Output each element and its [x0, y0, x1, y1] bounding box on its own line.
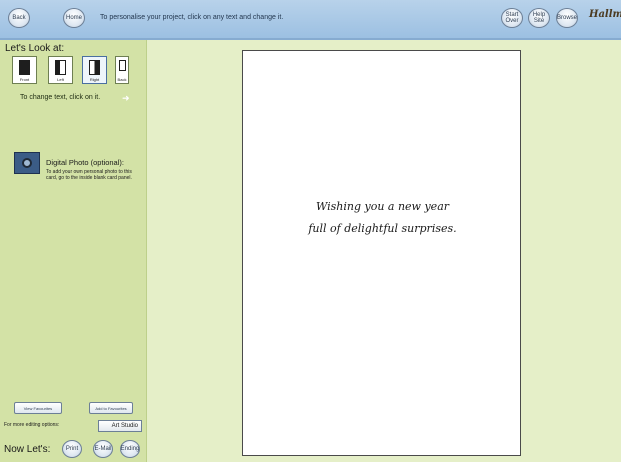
toolbar-hint: To personalise your project, click on an… — [100, 14, 284, 21]
card-panel: Wishing you a new year full of delightfu… — [242, 50, 521, 456]
card-left-icon — [55, 60, 66, 75]
card-back-icon — [119, 60, 126, 71]
view-back-label: Back — [117, 77, 127, 82]
camera-icon[interactable] — [14, 152, 40, 174]
camera-lens-icon — [22, 158, 32, 168]
view-favourites-button[interactable]: View Favourites — [14, 402, 62, 414]
art-studio-button[interactable]: Art Studio — [98, 420, 142, 432]
print-button[interactable]: Print — [62, 440, 82, 458]
card-right-icon — [89, 60, 100, 75]
start-over-button[interactable]: Start Over — [501, 8, 523, 28]
view-right-label: Right — [89, 77, 100, 82]
view-left-button[interactable]: Left — [48, 56, 73, 84]
card-message-line-1[interactable]: Wishing you a new year — [243, 200, 522, 213]
view-front-button[interactable]: Front — [12, 56, 37, 84]
more-options-text: For more editing options: — [4, 422, 60, 428]
card-message-line-2[interactable]: full of delightful surprises. — [243, 222, 522, 235]
digital-photo-title: Digital Photo (optional): — [46, 158, 124, 167]
browse-button[interactable]: Browse — [556, 8, 578, 28]
view-back-button[interactable]: Back — [115, 56, 129, 84]
view-front-label: Front — [19, 77, 30, 82]
top-toolbar: Back Home To personalise your project, c… — [0, 0, 621, 40]
ending-button[interactable]: Ending — [120, 440, 140, 458]
arrow-right-icon: ➜ — [122, 93, 130, 103]
digital-photo-text: To add your own personal photo to this c… — [46, 169, 132, 181]
view-right-button[interactable]: Right — [82, 56, 107, 84]
art-studio-label: Art Studio — [111, 423, 138, 429]
back-button[interactable]: Back — [8, 8, 30, 28]
help-site-button[interactable]: Help Site — [528, 8, 550, 28]
home-button[interactable]: Home — [63, 8, 85, 28]
hallmark-logo[interactable]: Hallmark — [589, 9, 621, 20]
now-lets-label: Now Let's: — [4, 444, 51, 455]
add-to-favourites-button[interactable]: Add to Favourites — [89, 402, 133, 414]
view-left-label: Left — [57, 77, 64, 82]
card-front-icon — [19, 60, 30, 75]
email-button[interactable]: E-Mail — [93, 440, 113, 458]
look-at-title: Let's Look at: — [5, 43, 65, 54]
change-text-hint: To change text, click on it. — [20, 94, 101, 101]
